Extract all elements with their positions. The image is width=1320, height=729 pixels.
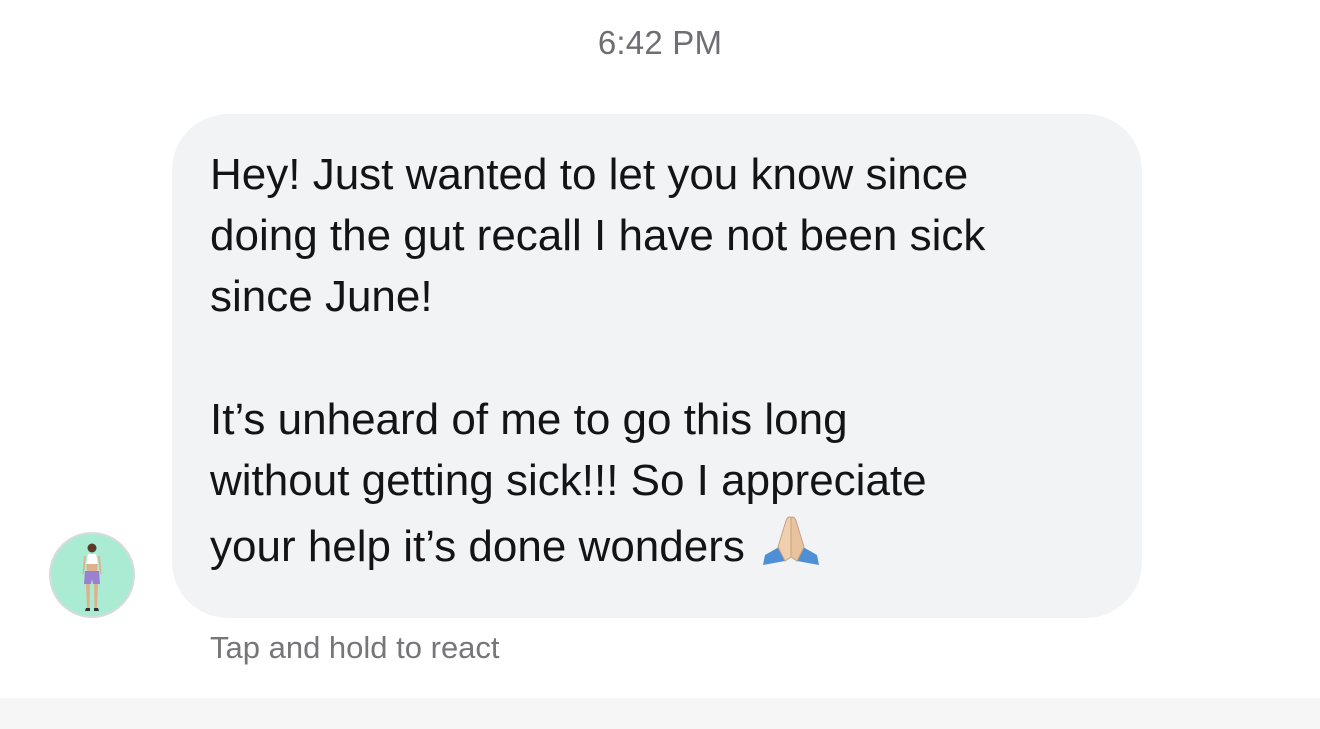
folded-hands-icon — [759, 511, 823, 583]
message-paragraph-1: Hey! Just wanted to let you know since d… — [210, 150, 986, 321]
sender-avatar[interactable] — [49, 532, 135, 618]
message-timestamp: 6:42 PM — [597, 24, 723, 61]
composer-area-edge — [0, 698, 1320, 729]
message-bubble[interactable]: Hey! Just wanted to let you know since d… — [172, 114, 1142, 618]
reaction-hint: Tap and hold to react — [210, 630, 500, 665]
message-paragraph-2: It’s unheard of me to go this long witho… — [210, 389, 1112, 583]
